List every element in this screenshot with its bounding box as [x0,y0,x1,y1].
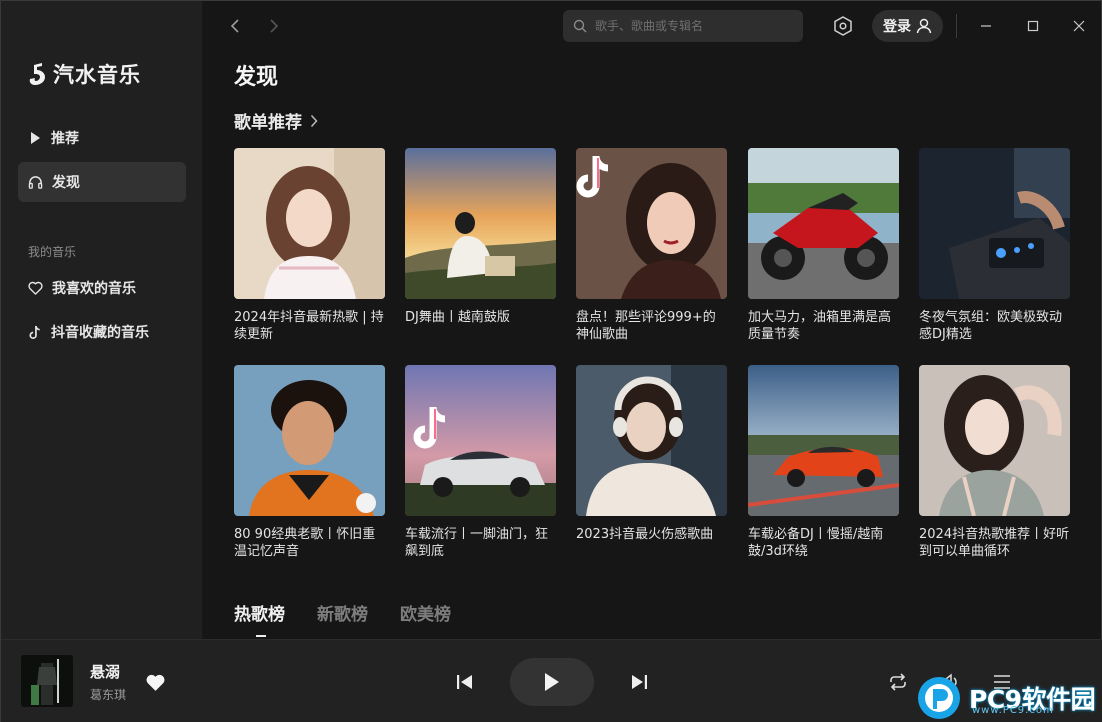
playlist-title: DJ舞曲丨越南鼓版 [405,310,510,325]
titlebar-divider [956,14,957,38]
sidebar-item-label: 发现 [52,175,80,191]
playlist-cover[interactable] [234,365,385,516]
play-icon [31,132,40,144]
like-button[interactable] [143,671,167,693]
play-button[interactable] [510,658,594,706]
playlist-title: 加大马力，油箱里满是高质量节奏 [748,310,892,342]
watermark-url: www.PC9.com [972,705,1054,716]
chart-tabs: 热歌榜 新歌榜 欧美榜 [234,600,451,637]
playlist-cover[interactable] [576,148,727,299]
search-icon [573,19,587,33]
playlist-cover[interactable] [748,365,899,516]
playlist-card[interactable]: 冬夜气氛组：欧美极致动感DJ精选 [919,148,1070,343]
user-icon [916,18,932,34]
login-button[interactable]: 登录 [872,10,943,42]
app-logo: 汽水音乐 [27,59,141,89]
repeat-icon [890,673,906,691]
playlist-card[interactable]: 2023抖音最火伤感歌曲 [576,365,727,560]
close-icon [1073,20,1085,32]
playlist-card[interactable]: 车载必备DJ丨慢摇/越南鼓/3d环绕 [748,365,899,560]
search-input[interactable] [595,19,795,33]
back-button[interactable] [225,15,245,37]
playlist-cover[interactable] [405,148,556,299]
now-playing-title: 悬溺 [90,663,121,681]
app-window: 汽水音乐 推荐 发现 我的音乐 我喜欢的音乐 抖音收藏的音乐 歌手、歌曲或专辑名… [0,0,1102,722]
playlist-title: 2023抖音最火伤感歌曲 [576,527,714,542]
sidebar-item-discover[interactable]: 发现 [18,162,186,202]
repeat-button[interactable] [886,671,910,693]
minimize-button[interactable] [976,16,996,36]
playlist-title: 2024年抖音最新热歌 | 持续更新 [234,310,384,342]
settings-button[interactable] [831,14,855,38]
playlist-section-header[interactable]: 歌单推荐 [234,108,318,133]
playlist-card[interactable]: 80 90经典老歌丨怀旧重温记忆声音 [234,365,385,560]
previous-button[interactable] [453,671,477,693]
watermark-logo-icon [918,677,960,719]
playlist-cover[interactable] [748,148,899,299]
playlist-card[interactable]: 盘点！那些评论999+的神仙歌曲 [576,148,727,343]
playlist-cover[interactable] [576,365,727,516]
app-name: 汽水音乐 [53,63,141,87]
minimize-icon [981,25,991,27]
playlist-cover[interactable] [919,148,1070,299]
maximize-icon [1027,20,1039,32]
sidebar-item-liked-music[interactable]: 我喜欢的音乐 [18,268,186,308]
sidebar-item-label: 抖音收藏的音乐 [51,325,149,341]
tiktok-icon [29,325,40,339]
logo-icon [29,63,45,85]
heart-icon [28,281,43,295]
playlist-title: 2024抖音热歌推荐丨好听到可以单曲循环 [919,527,1070,559]
skip-next-icon [632,675,647,689]
sidebar-item-recommend[interactable]: 推荐 [18,118,186,158]
heart-filled-icon [146,674,164,691]
playlist-card[interactable]: DJ舞曲丨越南鼓版 [405,148,556,343]
album-art[interactable] [21,655,73,707]
chevron-right-icon [310,114,318,127]
now-playing-artist[interactable]: 葛东琪 [90,686,126,703]
search-box[interactable] [563,10,803,42]
login-label: 登录 [883,19,911,35]
sidebar-item-label: 推荐 [51,131,79,147]
section-title: 歌单推荐 [234,113,302,133]
playlist-card[interactable]: 车载流行丨一脚油门，狂飙到底 [405,365,556,560]
sidebar: 汽水音乐 推荐 发现 我的音乐 我喜欢的音乐 抖音收藏的音乐 [1,1,202,639]
playlist-cover[interactable] [405,365,556,516]
page-title: 发现 [234,65,279,90]
forward-button[interactable] [264,15,284,37]
chevron-left-icon [230,19,239,33]
playlist-card[interactable]: 2024年抖音最新热歌 | 持续更新 [234,148,385,343]
skip-previous-icon [457,675,472,689]
settings-hexagon-icon [834,16,852,36]
sidebar-item-label: 我喜欢的音乐 [52,281,136,297]
playlist-cover[interactable] [919,365,1070,516]
playlist-title: 车载必备DJ丨慢摇/越南鼓/3d环绕 [748,527,884,559]
sidebar-item-douyin-favorites[interactable]: 抖音收藏的音乐 [18,312,186,352]
play-icon [545,673,559,691]
playlist-title: 冬夜气氛组：欧美极致动感DJ精选 [919,310,1063,342]
playlist-title: 盘点！那些评论999+的神仙歌曲 [576,310,716,342]
headphones-icon [28,175,43,189]
tab-western[interactable]: 欧美榜 [400,600,451,625]
maximize-button[interactable] [1023,16,1043,36]
playlist-title: 80 90经典老歌丨怀旧重温记忆声音 [234,527,376,559]
chevron-right-icon [270,19,279,33]
tab-hot-songs[interactable]: 热歌榜 [234,600,285,637]
my-music-section-label: 我的音乐 [28,245,77,259]
playlist-card[interactable]: 2024抖音热歌推荐丨好听到可以单曲循环 [919,365,1070,560]
close-button[interactable] [1069,16,1089,36]
playlist-cover[interactable] [234,148,385,299]
playlist-title: 车载流行丨一脚油门，狂飙到底 [405,527,549,559]
next-button[interactable] [627,671,651,693]
playlist-card[interactable]: 加大马力，油箱里满是高质量节奏 [748,148,899,343]
tab-new-songs[interactable]: 新歌榜 [317,600,368,625]
